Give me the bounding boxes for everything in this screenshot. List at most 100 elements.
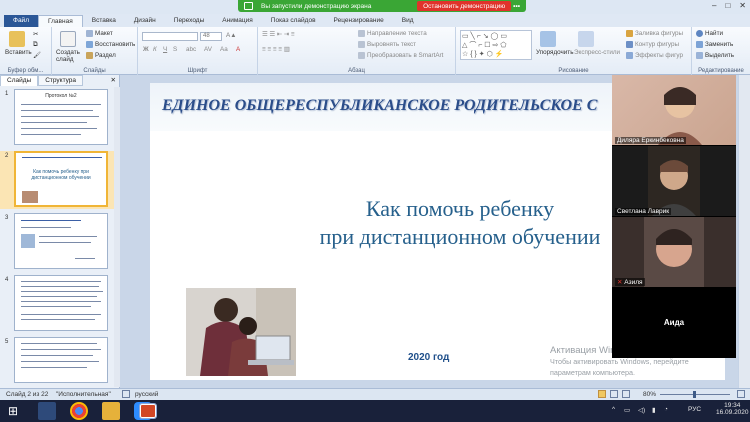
minimize-icon[interactable]: –: [712, 1, 716, 10]
thumbnail-image: Протокол №2: [14, 89, 108, 145]
bullets-icon[interactable]: ☰ ☰ ⇤ ⇥ ≡: [262, 31, 295, 38]
underline-icon[interactable]: Ч: [163, 46, 167, 53]
select-button[interactable]: Выделить: [696, 52, 734, 59]
arrange-icon[interactable]: [540, 31, 556, 47]
tab-view[interactable]: Вид: [393, 15, 423, 27]
theme-name[interactable]: "Исполнительная": [56, 391, 111, 398]
fit-slide-icon[interactable]: [737, 390, 745, 398]
copy-icon[interactable]: ⧉: [33, 41, 38, 49]
zoom-level[interactable]: 80%: [643, 391, 656, 398]
cut-icon[interactable]: ✂: [33, 31, 38, 38]
keyboard-language[interactable]: РУС: [688, 406, 701, 413]
replace-button[interactable]: Заменить: [696, 41, 733, 48]
grow-font-icon[interactable]: A▲: [226, 32, 236, 39]
spellcheck-icon[interactable]: [122, 390, 130, 398]
tab-insert[interactable]: Вставка: [83, 15, 125, 27]
spacing-icon[interactable]: AV: [204, 46, 212, 53]
tab-file[interactable]: Файл: [4, 15, 38, 27]
more-options-button[interactable]: •••: [513, 3, 520, 10]
tab-transitions[interactable]: Переходы: [165, 15, 214, 27]
slide-thumbnail[interactable]: 1 Протокол №2: [0, 89, 114, 147]
thumbnail-photo: [21, 234, 35, 248]
shape-outline-label: Контур фигуры: [635, 41, 680, 49]
clock[interactable]: 19:34 16.09.2020: [716, 402, 749, 416]
tab-slides[interactable]: Слайды: [0, 75, 39, 86]
close-icon[interactable]: ✕: [739, 1, 746, 10]
participant-video[interactable]: Диляра Еркинбековна: [612, 75, 736, 145]
slide-thumbnail[interactable]: 4: [0, 275, 114, 333]
file-explorer-icon[interactable]: [38, 402, 56, 420]
shape-outline-button[interactable]: Контур фигуры: [626, 41, 679, 48]
outline-icon: [626, 41, 633, 48]
tab-outline[interactable]: Структура: [38, 75, 84, 86]
maximize-icon[interactable]: □: [725, 1, 730, 10]
shape-fill-button[interactable]: Заливка фигуры: [626, 30, 683, 37]
language-indicator[interactable]: русский: [135, 391, 158, 398]
strike-icon[interactable]: abc: [186, 46, 196, 53]
battery-icon[interactable]: ▮: [652, 406, 656, 414]
thumbnail-image: [14, 337, 108, 383]
thumbnail-line: [21, 301, 101, 302]
paste-button[interactable]: Вставить: [5, 49, 32, 56]
tray-chevron-icon[interactable]: ^: [612, 406, 615, 413]
paste-icon[interactable]: [9, 31, 25, 47]
align-icons[interactable]: ≡ ≡ ≡ ≡ ▥: [262, 46, 290, 53]
participant-video-off[interactable]: Аида: [612, 288, 736, 358]
new-slide-button[interactable]: Создать слайд: [56, 49, 84, 63]
participant-video[interactable]: Светлана Лаврик: [612, 146, 736, 216]
window-controls: – □ ✕: [712, 1, 746, 10]
network-icon[interactable]: ▭: [624, 406, 630, 414]
section-button[interactable]: Раздел: [86, 52, 116, 59]
font-family-select[interactable]: [142, 32, 198, 41]
font-color-icon[interactable]: A: [236, 46, 240, 53]
tab-review[interactable]: Рецензирование: [325, 15, 393, 27]
start-windows-icon[interactable]: ⊞: [4, 402, 22, 420]
folder-icon[interactable]: [102, 402, 120, 420]
shape-effects-button[interactable]: Эффекты фигур: [626, 52, 683, 59]
tab-home[interactable]: Главная: [37, 15, 83, 27]
bold-icon[interactable]: Ж: [143, 46, 149, 53]
tab-design[interactable]: Дизайн: [125, 15, 165, 27]
shadow-icon[interactable]: S: [173, 46, 177, 53]
chrome-icon[interactable]: [70, 402, 88, 420]
shapes-gallery[interactable]: ▭ ╲ ⌐ ↘ ◯ ▭ △ ⌒ ⌐ ☐ ⇨ ⬠ ☆ { } ✦ ⬡ ⚡: [460, 30, 532, 60]
align-text-button[interactable]: Выровнять текст: [358, 41, 416, 48]
slide-thumbnail-selected[interactable]: 2 Как помочь ребенку при дистанционном о…: [0, 151, 114, 209]
quick-styles-button[interactable]: Экспресс-стили: [574, 49, 620, 56]
normal-view-icon[interactable]: [598, 390, 606, 398]
effects-icon: [626, 52, 633, 59]
wifi-icon[interactable]: ◔: [664, 406, 668, 413]
reading-view-icon[interactable]: [622, 390, 630, 398]
arrange-button[interactable]: Упорядочить: [536, 49, 573, 56]
font-size-select[interactable]: 48: [200, 32, 222, 41]
align-text-icon: [358, 41, 365, 48]
clipboard-group: Вставить ✂ ⧉ 🖌 Буфер обм...: [0, 27, 52, 75]
text-direction-button[interactable]: Направление текста: [358, 30, 427, 37]
reset-button[interactable]: Восстановить: [86, 41, 135, 48]
smartart-button[interactable]: Преобразовать в SmartArt: [358, 52, 443, 59]
slide-thumbnail[interactable]: 3: [0, 213, 114, 271]
thumbnail-line: [21, 319, 95, 320]
powerpoint-icon[interactable]: [139, 403, 157, 419]
video-participants-panel: Диляра Еркинбековна Светлана Лаврик ✕ Аз…: [612, 75, 736, 358]
slide-sorter-icon[interactable]: [610, 390, 618, 398]
paragraph-group: ☰ ☰ ⇤ ⇥ ≡ ≡ ≡ ≡ ≡ ▥ Направление текста В…: [258, 27, 456, 75]
layout-button[interactable]: Макет: [86, 30, 113, 37]
tab-animation[interactable]: Анимация: [213, 15, 262, 27]
participant-video[interactable]: ✕ Азиля: [612, 217, 736, 287]
zoom-slider-thumb[interactable]: [693, 391, 696, 398]
stop-share-button[interactable]: Остановить демонстрацию: [417, 1, 512, 11]
close-panel-icon[interactable]: ✕: [108, 75, 119, 86]
mother-child-laptop-photo: [186, 288, 296, 376]
quick-styles-icon[interactable]: [578, 31, 594, 47]
volume-icon[interactable]: ◁): [638, 406, 645, 414]
change-case-icon[interactable]: Aa: [220, 46, 228, 53]
italic-icon[interactable]: К: [153, 46, 157, 53]
slide-thumbnail[interactable]: 5: [0, 337, 114, 395]
tab-slideshow[interactable]: Показ слайдов: [262, 15, 325, 27]
thumbnail-line: [21, 220, 81, 221]
new-slide-icon[interactable]: [60, 31, 76, 47]
slide-scrollbar[interactable]: [738, 75, 750, 388]
format-painter-icon[interactable]: 🖌: [33, 51, 41, 59]
find-button[interactable]: Найти: [696, 30, 723, 37]
